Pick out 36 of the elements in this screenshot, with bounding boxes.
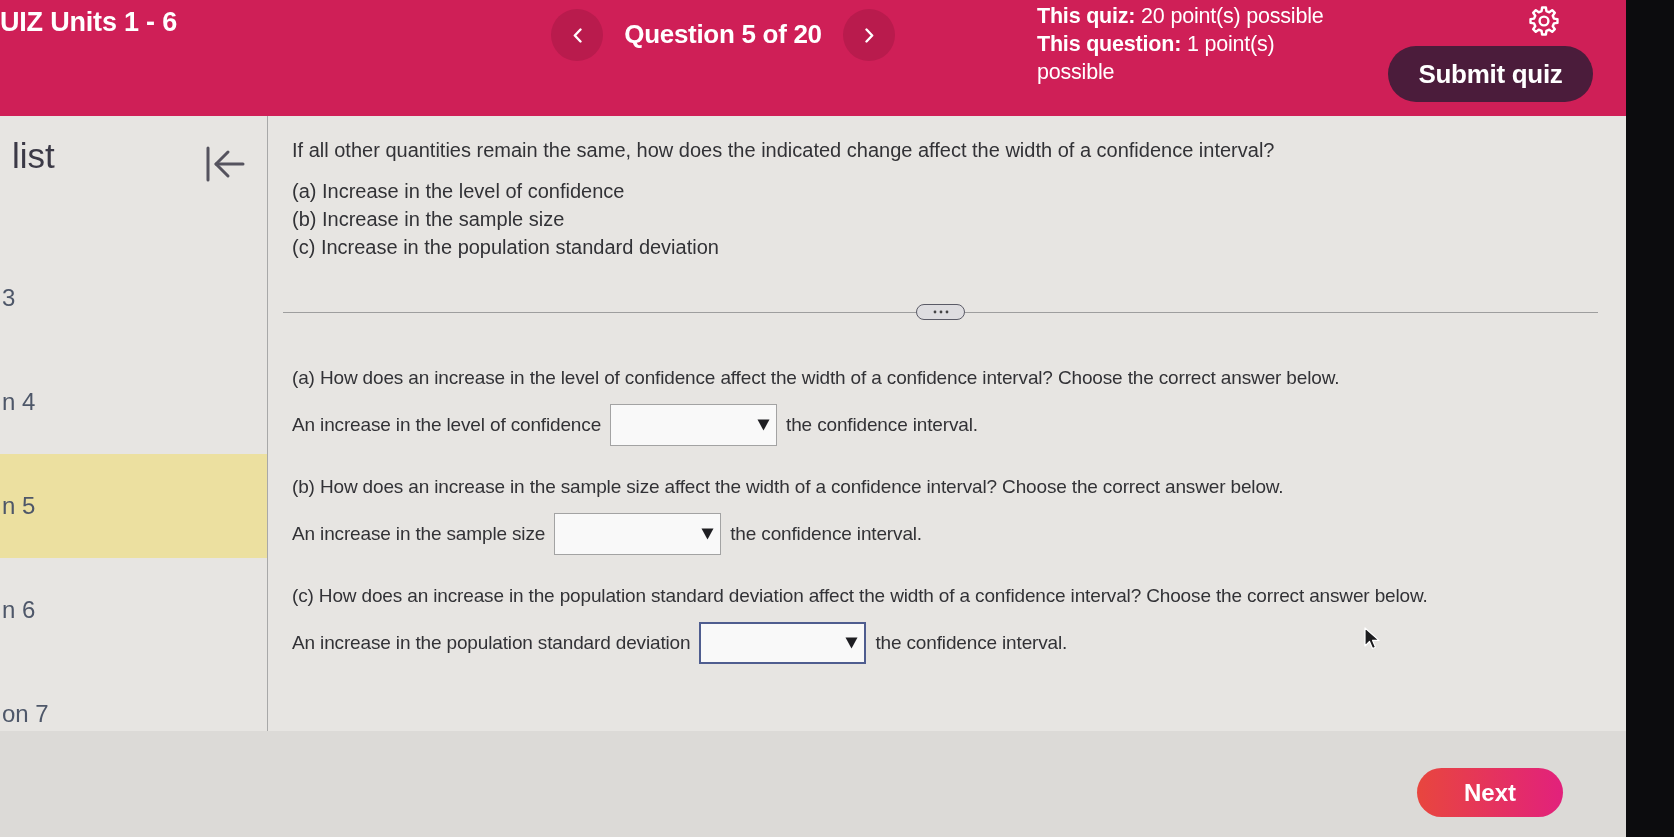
quiz-title: UIZ Units 1 - 6 [0,7,178,38]
question-list-item[interactable]: 3 [0,246,267,350]
submit-quiz-button[interactable]: Submit quiz [1388,46,1593,102]
answer-sentence-start: An increase in the population standard deviation [292,632,691,654]
next-button[interactable]: Next [1417,768,1563,817]
question-list-item[interactable]: n 5 [0,454,267,558]
answer-sentence-start: An increase in the level of confidence [292,414,602,436]
question-list-item[interactable]: on 7 [0,662,267,731]
question-list-item[interactable]: n 6 [0,558,267,662]
mouse-pointer-icon [1364,627,1381,650]
question-list-item[interactable]: n 4 [0,350,267,454]
points-info: This question: 1 point(s) possible [1037,31,1276,86]
answer-sentence-end: the confidence interval. [875,632,1068,654]
part-question: (c) How does an increase in the population standard deviation affect the width of a confidence interval? Choose the correct answer below. [292,584,1428,608]
answer-sentence-end: the confidence interval. [786,414,978,436]
sidebar-title: list [12,136,55,176]
answer-sentence-end: the confidence interval. [730,523,922,545]
expand-handle[interactable] [916,304,965,320]
change-item: (c) Increase in the population standard deviation [292,235,719,260]
question-counter: Question 5 of 20 [624,19,822,50]
answer-sentence-start: An increase in the sample size [292,523,546,545]
answer-dropdown[interactable] [699,622,867,664]
change-item: (b) Increase in the sample size [292,207,565,232]
caret-icon [701,528,715,540]
collapse-icon[interactable] [205,146,245,182]
caret-icon [845,637,859,649]
settings-icon[interactable] [1528,5,1560,37]
chevron-right-icon [864,27,874,43]
part-question: (a) How does an increase in the level of confidence affect the width of a confidence interval? Choose the correct answer below. [292,366,1340,390]
points-info: This quiz: 20 point(s) possible [1037,3,1324,30]
caret-icon [757,419,771,431]
dots-icon [931,310,950,314]
part-question: (b) How does an increase in the sample size affect the width of a confidence interval? Choose the correct answer below. [292,475,1284,499]
question-prompt: If all other quantities remain the same, how does the indicated change affect the width of a confidence interval? [292,138,1275,163]
change-item: (a) Increase in the level of confidence [292,179,625,204]
chevron-left-icon [572,27,582,43]
